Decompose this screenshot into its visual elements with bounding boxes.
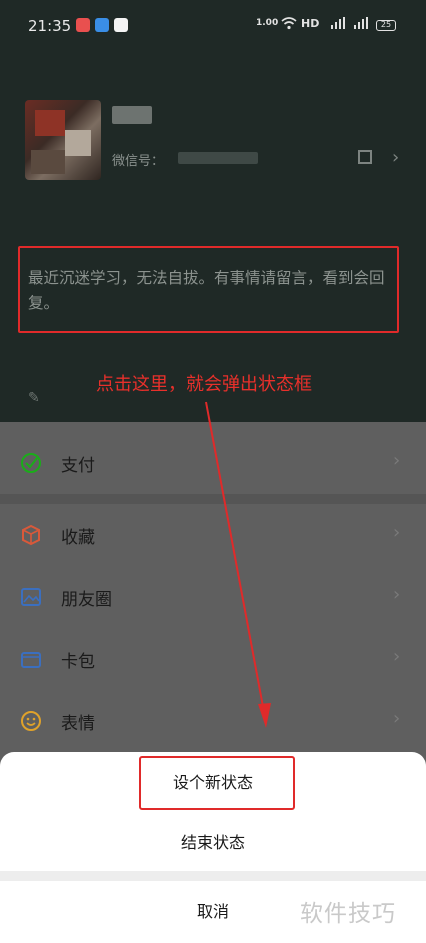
menu-item-label: 收藏 — [61, 528, 95, 548]
menu-item-card[interactable]: 卡包 › — [0, 628, 426, 690]
sticker-face-icon — [20, 710, 42, 732]
menu-item-favorites[interactable]: 收藏 › — [0, 504, 426, 566]
nickname-blurred — [112, 106, 152, 124]
status-text[interactable]: 最近沉迷学习，无法自拔。有事情请留言，看到会回复。 — [28, 266, 388, 316]
card-wallet-icon — [20, 648, 42, 670]
signal-icon-1 — [329, 17, 347, 32]
moments-image-icon — [20, 586, 42, 608]
sheet-divider — [0, 871, 426, 881]
wifi-icon — [281, 17, 297, 33]
net-speed: 1.00 — [256, 18, 279, 28]
chevron-right-icon[interactable]: › — [392, 147, 399, 168]
chevron-right-icon: › — [393, 584, 401, 605]
status-highlight-box[interactable]: 最近沉迷学习，无法自拔。有事情请留言，看到会回复。 — [18, 246, 399, 333]
pay-check-icon — [20, 452, 42, 474]
chevron-right-icon: › — [393, 646, 401, 667]
favorites-cube-icon — [20, 524, 42, 546]
status-bar: 21:35 1.00 HD 25 — [0, 0, 426, 52]
wechat-id-blurred — [178, 152, 258, 164]
profile-area: 21:35 1.00 HD 25 微信号： › 最近沉迷学习，无法自拔。有事情请… — [0, 0, 426, 422]
weibo-app-icon — [76, 18, 90, 32]
divider — [0, 494, 426, 504]
avatar[interactable] — [25, 100, 101, 180]
menu-item-label: 表情 — [61, 714, 95, 734]
watermark: 软件技巧 — [300, 901, 396, 927]
video-app-icon — [114, 18, 128, 32]
chevron-right-icon: › — [393, 708, 401, 729]
browser-app-icon — [95, 18, 109, 32]
menu-item-moments[interactable]: 朋友圈 › — [0, 566, 426, 628]
menu-item-label: 支付 — [61, 456, 95, 476]
menu-item-label: 朋友圈 — [61, 590, 112, 610]
annotation-text: 点击这里，就会弹出状态框 — [96, 374, 312, 395]
menu-item-stickers[interactable]: 表情 › — [0, 690, 426, 752]
qr-code-icon[interactable] — [358, 150, 372, 164]
menu-item-label: 卡包 — [61, 652, 95, 672]
new-status-button[interactable]: 设个新状态 — [0, 752, 426, 814]
battery-icon: 25 — [376, 20, 396, 31]
hd-label: HD — [301, 17, 320, 30]
signal-icon-2 — [352, 17, 370, 32]
menu-list: 支付 › 收藏 › 朋友圈 › 卡包 › 表情 › — [0, 422, 426, 752]
chevron-right-icon: › — [393, 522, 401, 543]
status-time: 21:35 — [28, 17, 72, 35]
status-edit-icon[interactable]: ✎ — [28, 390, 40, 406]
wechat-id-label: 微信号： — [112, 154, 165, 169]
menu-item-pay[interactable]: 支付 › — [0, 432, 426, 494]
chevron-right-icon: › — [393, 450, 401, 471]
end-status-button[interactable]: 结束状态 — [0, 814, 426, 871]
